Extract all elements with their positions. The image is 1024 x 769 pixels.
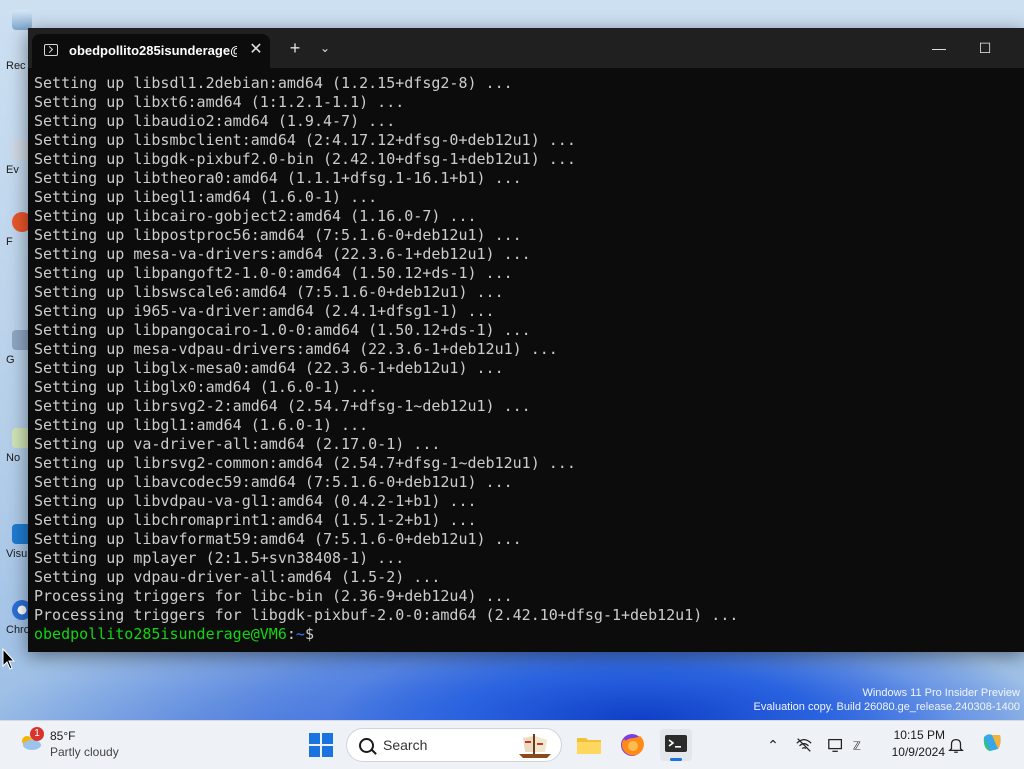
new-tab-button[interactable]: + <box>285 38 305 58</box>
output-line: Processing triggers for libgdk-pixbuf-2.… <box>34 606 739 624</box>
desktop-icon-notepad[interactable]: No <box>0 428 32 476</box>
output-line: Setting up libavformat59:amd64 (7:5.1.6-… <box>34 530 522 548</box>
output-line: Setting up i965-va-driver:amd64 (2.4.1+d… <box>34 302 495 320</box>
terminal-taskbar-button[interactable] <box>660 729 692 761</box>
clock-time: 10:15 PM <box>893 728 945 742</box>
terminal-tab[interactable]: obedpollito285isunderage@VM6: ~ ✕ <box>32 34 270 68</box>
output-line: Setting up librsvg2-common:amd64 (2.54.7… <box>34 454 576 472</box>
minimize-button[interactable]: — <box>916 28 962 68</box>
output-line: Setting up libcairo-gobject2:amd64 (1.16… <box>34 207 477 225</box>
output-line: Setting up mesa-va-drivers:amd64 (22.3.6… <box>34 245 531 263</box>
output-line: Setting up libxt6:amd64 (1:1.2.1-1.1) ..… <box>34 93 405 111</box>
output-line: Setting up mplayer (2:1.5+svn38408-1) ..… <box>34 549 405 567</box>
output-line: Setting up mesa-vdpau-drivers:amd64 (22.… <box>34 340 558 358</box>
maximize-button[interactable]: ☐ <box>962 28 1008 68</box>
prompt-user-host: obedpollito285isunderage@VM6 <box>34 625 287 643</box>
language-icon[interactable]: ℤ <box>852 735 870 755</box>
shell-prompt[interactable]: obedpollito285isunderage@VM6:~$ <box>34 625 1018 644</box>
clock-date: 10/9/2024 <box>891 745 945 759</box>
start-button[interactable] <box>309 733 333 757</box>
output-line: Setting up libtheora0:amd64 (1.1.1+dfsg.… <box>34 169 522 187</box>
system-clock[interactable]: 10:15 PM 10/9/2024 <box>883 727 945 761</box>
close-tab-button[interactable]: ✕ <box>246 40 266 60</box>
windows-watermark: Windows 11 Pro Insider Preview Evaluatio… <box>754 686 1020 714</box>
desktop-icon-label: Visu <box>6 548 28 560</box>
output-line: Setting up libswscale6:amd64 (7:5.1.6-0+… <box>34 283 504 301</box>
output-line: Setting up libsmbclient:amd64 (2:4.17.12… <box>34 131 576 149</box>
output-line: Setting up libegl1:amd64 (1.6.0-1) ... <box>34 188 378 206</box>
output-line: Setting up libpostproc56:amd64 (7:5.1.6-… <box>34 226 522 244</box>
desktop-icon-label: Ev <box>6 164 19 176</box>
desktop-icon-g[interactable]: G <box>0 330 32 378</box>
notification-bell-icon[interactable] <box>947 735 965 755</box>
desktop-icon-ev[interactable]: Ev <box>0 140 32 188</box>
output-line: Setting up libavcodec59:amd64 (7:5.1.6-0… <box>34 473 513 491</box>
weather-temperature: 85°F <box>50 729 76 743</box>
windows-logo-icon <box>309 733 320 744</box>
copilot-icon[interactable] <box>980 731 1004 755</box>
weather-widget[interactable]: 1 85°F Partly cloudy <box>16 727 136 763</box>
output-line: Setting up libchromaprint1:amd64 (1.5.1-… <box>34 511 477 529</box>
watermark-edition: Windows 11 Pro Insider Preview <box>862 687 1020 699</box>
network-disconnected-icon[interactable] <box>795 735 813 755</box>
prompt-symbol: $ <box>304 625 314 643</box>
chevron-up-icon[interactable]: ⌃ <box>764 735 782 755</box>
output-line: Setting up librsvg2-2:amd64 (2.54.7+dfsg… <box>34 397 531 415</box>
notification-badge: 1 <box>30 727 44 741</box>
terminal-app-icon <box>665 735 687 752</box>
tab-title: obedpollito285isunderage@VM6: ~ <box>69 43 237 58</box>
display-icon[interactable] <box>827 735 845 755</box>
output-line: Setting up libpangocairo-1.0-0:amd64 (1.… <box>34 321 531 339</box>
output-line: Setting up libgdk-pixbuf2.0-bin (2.42.10… <box>34 150 576 168</box>
output-line: Setting up libpangoft2-1.0-0:amd64 (1.50… <box>34 264 513 282</box>
desktop-icon-f[interactable]: F <box>0 212 32 260</box>
output-line: Setting up libsdl1.2debian:amd64 (1.2.15… <box>34 74 513 92</box>
output-line: Setting up vdpau-driver-all:amd64 (1.5-2… <box>34 568 441 586</box>
recycle-bin-icon <box>12 10 32 30</box>
desktop-icon-vscode[interactable]: Visu <box>0 524 32 572</box>
taskbar: 1 85°F Partly cloudy Search ⌃ ℤ 10:15 PM… <box>0 720 1024 769</box>
output-line: Setting up libglx-mesa0:amd64 (22.3.6-1+… <box>34 359 504 377</box>
desktop-icon-chromium[interactable]: Chromium <box>0 600 57 648</box>
title-bar[interactable]: obedpollito285isunderage@VM6: ~ ✕ + ⌄ — … <box>28 28 1024 68</box>
output-line: Setting up va-driver-all:amd64 (2.17.0-1… <box>34 435 441 453</box>
search-icon <box>359 738 374 753</box>
desktop-icon-label: G <box>6 354 15 366</box>
terminal-icon <box>44 44 58 56</box>
prompt-separator: : <box>286 625 296 643</box>
mouse-pointer-icon <box>2 648 16 670</box>
watermark-build: Evaluation copy. Build 26080.ge_release.… <box>753 701 1020 713</box>
profile-dropdown-button[interactable]: ⌄ <box>315 38 335 58</box>
active-app-indicator <box>670 758 682 761</box>
taskbar-search-box[interactable]: Search <box>346 728 562 762</box>
output-line: Setting up libvdpau-va-gl1:amd64 (0.4.2-… <box>34 492 477 510</box>
svg-text:ℤ: ℤ <box>853 740 861 753</box>
search-highlight-image <box>519 734 551 758</box>
weather-condition: Partly cloudy <box>50 745 119 759</box>
terminal-window[interactable]: obedpollito285isunderage@VM6: ~ ✕ + ⌄ — … <box>28 28 1024 652</box>
output-line: Setting up libglx0:amd64 (1.6.0-1) ... <box>34 378 378 396</box>
output-line: Processing triggers for libc-bin (2.36-9… <box>34 587 513 605</box>
terminal-output[interactable]: Setting up libsdl1.2debian:amd64 (1.2.15… <box>34 74 1018 648</box>
prompt-path: ~ <box>295 625 305 643</box>
folder-icon <box>577 738 601 754</box>
search-label: Search <box>383 737 428 753</box>
desktop-icon-label: Rec <box>6 60 26 72</box>
desktop-icon-label: F <box>6 236 13 248</box>
firefox-button[interactable] <box>616 729 648 761</box>
output-line: Setting up libgl1:amd64 (1.6.0-1) ... <box>34 416 369 434</box>
desktop-icon-recycle-bin[interactable]: Rec <box>0 10 32 72</box>
output-line: Setting up libaudio2:amd64 (1.9.4-7) ... <box>34 112 396 130</box>
file-explorer-button[interactable] <box>573 729 605 761</box>
desktop-icon-label: No <box>6 452 21 464</box>
firefox-icon <box>621 734 644 756</box>
